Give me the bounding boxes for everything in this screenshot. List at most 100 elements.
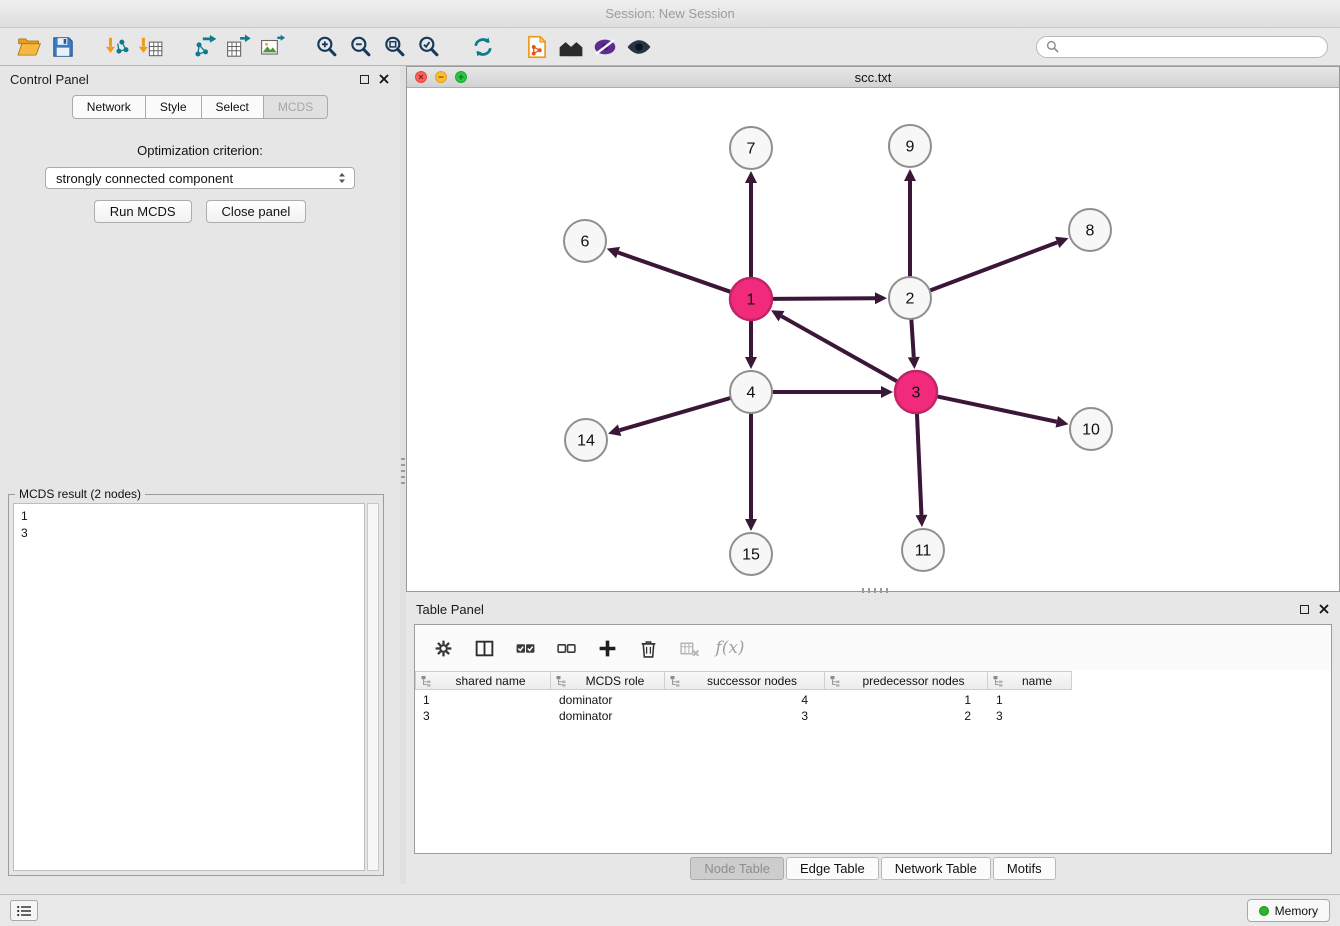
graph-node-8[interactable]: 8: [1069, 209, 1111, 251]
column-header-predecessor-nodes[interactable]: predecessor nodes: [825, 671, 988, 690]
table-header-row: shared nameMCDS rolesuccessor nodesprede…: [415, 671, 1072, 690]
graph-edge-3-1[interactable]: [781, 316, 897, 382]
tab-style[interactable]: Style: [146, 95, 202, 119]
table-row[interactable]: 3dominator323: [415, 708, 1331, 724]
tab-select[interactable]: Select: [202, 95, 264, 119]
window-traffic-lights: [415, 67, 467, 87]
tab-mcds[interactable]: MCDS: [264, 95, 328, 119]
mcds-buttons-row: Run MCDS Close panel: [0, 200, 400, 223]
window-title: Session: New Session: [605, 6, 734, 21]
add-icon[interactable]: [595, 636, 619, 660]
delete-icon[interactable]: [636, 636, 660, 660]
deselect-all-icon[interactable]: [554, 636, 578, 660]
network-canvas[interactable]: 7 9 6 8 1 2 4 3 14 10 15 11: [407, 88, 1339, 591]
hide-style-icon[interactable]: [588, 31, 622, 63]
status-bar: Memory: [0, 894, 1340, 926]
float-table-panel-icon[interactable]: [1300, 605, 1309, 614]
overview-icon[interactable]: [554, 31, 588, 63]
table-toolbar: f(x): [415, 625, 1331, 671]
graph-node-9[interactable]: 9: [889, 125, 931, 167]
search-input[interactable]: [1064, 40, 1318, 54]
graph-edge-1-6[interactable]: [618, 253, 731, 293]
graph-edge-2-8[interactable]: [930, 242, 1058, 290]
open-file-icon[interactable]: [12, 31, 46, 63]
control-panel-tabs: NetworkStyleSelectMCDS: [0, 95, 400, 119]
show-details-icon[interactable]: [622, 31, 656, 63]
column-header-shared-name[interactable]: shared name: [415, 671, 551, 690]
close-table-panel-icon[interactable]: [1318, 603, 1330, 615]
graph-node-7[interactable]: 7: [730, 127, 772, 169]
graph-edge-1-2[interactable]: [772, 298, 875, 299]
tab-network-table[interactable]: Network Table: [881, 857, 991, 880]
window-resize-handle[interactable]: [862, 588, 888, 593]
panel-list-button[interactable]: [10, 900, 38, 921]
graph-node-1[interactable]: 1: [730, 278, 772, 320]
float-panel-icon[interactable]: [360, 75, 369, 84]
control-panel: Control Panel NetworkStyleSelectMCDS Opt…: [0, 66, 400, 884]
refresh-icon[interactable]: [466, 31, 500, 63]
import-table-icon[interactable]: [134, 31, 168, 63]
tab-edge-table[interactable]: Edge Table: [786, 857, 879, 880]
close-window-icon[interactable]: [415, 71, 427, 83]
import-network-icon[interactable]: [100, 31, 134, 63]
column-header-MCDS-role[interactable]: MCDS role: [551, 671, 665, 690]
function-icon[interactable]: f(x): [718, 636, 742, 660]
memory-button[interactable]: Memory: [1247, 899, 1330, 922]
main-toolbar: [0, 28, 1340, 66]
tab-network[interactable]: Network: [72, 95, 146, 119]
run-mcds-button[interactable]: Run MCDS: [94, 200, 192, 223]
close-panel-icon[interactable]: [378, 73, 390, 85]
zoom-in-icon[interactable]: [310, 31, 344, 63]
network-view-window: scc.txt 7968124314101511: [406, 66, 1340, 592]
graph-node-label: 6: [581, 234, 590, 251]
graph-node-3[interactable]: 3: [895, 371, 937, 413]
memory-status-dot: [1259, 906, 1269, 916]
columns-icon[interactable]: [472, 636, 496, 660]
zoom-out-icon[interactable]: [344, 31, 378, 63]
table-cell: 3: [988, 709, 1072, 723]
graph-edge-4-14[interactable]: [620, 398, 731, 430]
zoom-selected-icon[interactable]: [412, 31, 446, 63]
graph-node-10[interactable]: 10: [1070, 408, 1112, 450]
minimize-window-icon[interactable]: [435, 71, 447, 83]
tab-motifs[interactable]: Motifs: [993, 857, 1056, 880]
network-file-icon[interactable]: [520, 31, 554, 63]
column-header-successor-nodes[interactable]: successor nodes: [665, 671, 825, 690]
graph-node-label: 14: [577, 433, 595, 450]
graph-node-label: 3: [912, 385, 921, 402]
table-panel: Table Panel f(x) shared nameMCDS rolesuc…: [406, 596, 1340, 886]
export-table-icon[interactable]: [222, 31, 256, 63]
graph-node-4[interactable]: 4: [730, 371, 772, 413]
graph-node-label: 8: [1086, 223, 1095, 240]
zoom-window-icon[interactable]: [455, 71, 467, 83]
result-scrollbar[interactable]: [367, 503, 379, 871]
mcds-result-box: MCDS result (2 nodes) 13: [8, 494, 384, 876]
column-tree-icon: [992, 674, 1005, 687]
graph-node-11[interactable]: 11: [902, 529, 944, 571]
graph-node-15[interactable]: 15: [730, 533, 772, 575]
settings-icon[interactable]: [431, 636, 455, 660]
save-session-icon[interactable]: [46, 31, 80, 63]
graph-node-6[interactable]: 6: [564, 220, 606, 262]
optimization-dropdown[interactable]: strongly connected component: [45, 167, 355, 189]
tab-node-table[interactable]: Node Table: [690, 857, 784, 880]
export-image-icon[interactable]: [256, 31, 290, 63]
graph-node-label: 11: [915, 543, 932, 560]
export-network-icon[interactable]: [188, 31, 222, 63]
graph-node-label: 9: [906, 139, 915, 156]
column-header-name[interactable]: name: [988, 671, 1072, 690]
graph-node-14[interactable]: 14: [565, 419, 607, 461]
graph-edge-2-3[interactable]: [911, 319, 913, 357]
table-row[interactable]: 1dominator411: [415, 692, 1331, 708]
table-cell: 4: [665, 693, 825, 707]
zoom-fit-icon[interactable]: [378, 31, 412, 63]
graph-edge-3-10[interactable]: [937, 396, 1057, 421]
graph-edge-3-11[interactable]: [917, 413, 922, 515]
delete-column-icon[interactable]: [677, 636, 701, 660]
close-panel-button[interactable]: Close panel: [206, 200, 307, 223]
optimization-label: Optimization criterion:: [0, 143, 400, 158]
graph-node-2[interactable]: 2: [889, 277, 931, 319]
search-box[interactable]: [1036, 36, 1328, 58]
select-all-icon[interactable]: [513, 636, 537, 660]
table-panel-header: Table Panel: [406, 596, 1340, 622]
